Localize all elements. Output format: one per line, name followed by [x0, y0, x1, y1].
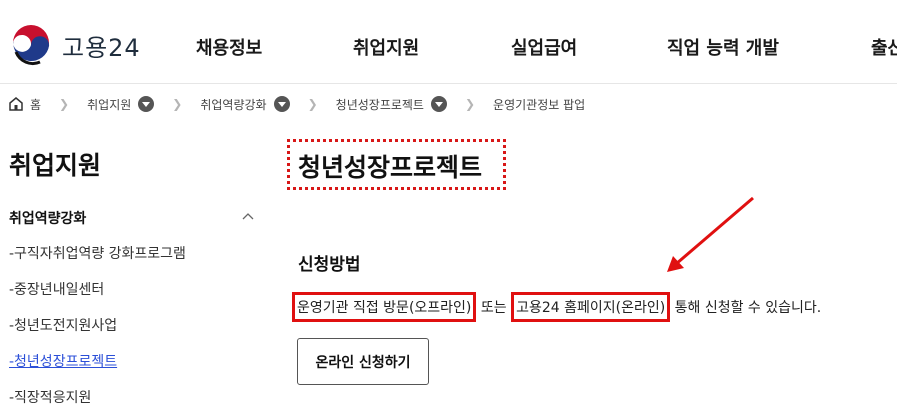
breadcrumb: 홈 ❯ 취업지원 ❯ 취업역량강화 ❯ 청년성장프로젝트 ❯ 운영기관정보 팝업: [8, 93, 585, 115]
nav-item-employment-support[interactable]: 취업지원: [353, 34, 419, 60]
chevron-right-icon: ❯: [172, 97, 183, 111]
dropdown-icon[interactable]: [273, 96, 290, 112]
breadcrumb-item-youth-project[interactable]: 청년성장프로젝트: [336, 96, 447, 113]
desc-connector: 또는: [476, 300, 512, 316]
nav-item-jobs[interactable]: 채용정보: [196, 34, 262, 60]
dropdown-icon[interactable]: [138, 96, 155, 112]
breadcrumb-label: 청년성장프로젝트: [335, 97, 424, 112]
section-title: 신청방법: [298, 255, 361, 275]
sidebar-item-middle-aged-center[interactable]: -중장년내일센터: [9, 280, 186, 316]
breadcrumb-item-employment-support[interactable]: 취업지원: [87, 96, 155, 113]
site-header: 고용24 채용정보 취업지원 실업급여 직업 능력 개발 출산: [0, 0, 897, 84]
nav-item-unemployment-benefits[interactable]: 실업급여: [511, 34, 577, 60]
application-description: 운영기관 직접 방문(오프라인) 또는 고용24 홈페이지(온라인) 통해 신청…: [292, 292, 821, 322]
nav-item-vocational-training[interactable]: 직업 능력 개발: [667, 34, 779, 60]
sidebar-title: 취업지원: [9, 151, 102, 180]
breadcrumb-label: 취업지원: [87, 97, 132, 112]
nav-item-childbirth[interactable]: 출산: [871, 34, 897, 60]
chevron-right-icon: ❯: [59, 97, 70, 111]
sidebar-item-workplace-adaptation[interactable]: -직장적응지원: [9, 388, 186, 418]
highlight-online: 고용24 홈페이지(온라인): [511, 292, 671, 322]
breadcrumb-item-capacity[interactable]: 취업역량강화: [200, 96, 290, 113]
sidebar-item-youth-growth-project[interactable]: -청년성장프로젝트: [9, 352, 186, 388]
taegeuk-logo-icon: [11, 25, 51, 65]
sidebar-item-youth-challenge[interactable]: -청년도전지원사업: [9, 316, 186, 352]
chevron-right-icon: ❯: [307, 97, 318, 111]
breadcrumb-item-current: 운영기관정보 팝업: [493, 96, 585, 113]
breadcrumb-home[interactable]: 홈: [8, 96, 41, 113]
sidebar-item-job-seeker-program[interactable]: -구직자취업역량 강화프로그램: [9, 244, 186, 280]
logo[interactable]: 고용24: [10, 24, 141, 66]
logo-text: 고용24: [62, 33, 141, 62]
sidebar-group-title[interactable]: 취업역량강화: [9, 208, 86, 228]
breadcrumb-label: 운영기관정보 팝업: [493, 97, 586, 112]
desc-ending: 통해 신청할 수 있습니다.: [670, 300, 822, 316]
home-icon: [9, 97, 23, 111]
chevron-up-icon[interactable]: [242, 212, 254, 220]
sidebar-menu: -구직자취업역량 강화프로그램 -중장년내일센터 -청년도전지원사업 -청년성장…: [9, 244, 186, 418]
page-title: 청년성장프로젝트: [287, 139, 506, 190]
breadcrumb-home-label: 홈: [30, 97, 42, 112]
dropdown-icon[interactable]: [430, 96, 447, 112]
breadcrumb-label: 취업역량강화: [200, 97, 267, 112]
highlight-offline: 운영기관 직접 방문(오프라인): [292, 292, 477, 322]
chevron-right-icon: ❯: [464, 97, 476, 111]
annotation-arrow-icon: [667, 196, 754, 272]
online-apply-button[interactable]: 온라인 신청하기: [297, 338, 429, 385]
